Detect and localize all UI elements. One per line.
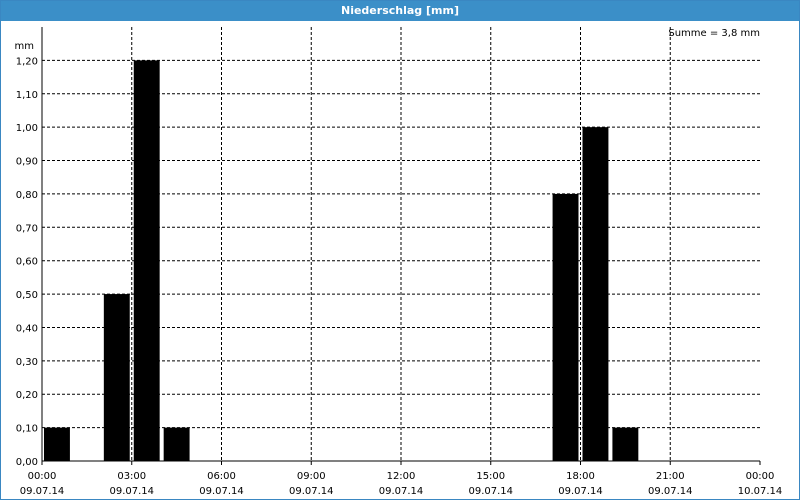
precipitation-bar [582, 127, 609, 462]
x-tick-time-label: 15:00 [476, 471, 505, 482]
x-tick-date-label: 09.07.14 [379, 486, 424, 497]
precipitation-bar [612, 427, 639, 461]
y-tick-label: 1,20 [16, 56, 38, 67]
y-tick-label: 0,00 [16, 457, 38, 468]
x-tick-time-label: 09:00 [297, 471, 326, 482]
y-axis-unit-label: mm [15, 41, 34, 52]
y-tick-label: 1,10 [16, 90, 38, 101]
y-tick-label: 0,60 [16, 257, 38, 268]
x-tick-date-label: 09.07.14 [20, 486, 65, 497]
y-tick-label: 1,00 [16, 123, 38, 134]
y-tick-label: 0,30 [16, 357, 38, 368]
x-tick-date-label: 09.07.14 [648, 486, 693, 497]
y-tick-label: 0,90 [16, 157, 38, 168]
x-tick-time-label: 03:00 [117, 471, 146, 482]
x-tick-time-label: 18:00 [566, 471, 595, 482]
x-tick-date-label: 09.07.14 [558, 486, 603, 497]
x-tick-time-label: 06:00 [207, 471, 236, 482]
x-tick-time-label: 21:00 [656, 471, 685, 482]
y-tick-label: 0,50 [16, 290, 38, 301]
x-tick-date-label: 10.07.14 [738, 486, 783, 497]
x-tick-date-label: 09.07.14 [109, 486, 154, 497]
x-tick-date-label: 09.07.14 [289, 486, 334, 497]
y-tick-label: 0,80 [16, 190, 38, 201]
y-tick-label: 0,20 [16, 390, 38, 401]
precipitation-bar [103, 294, 130, 461]
x-tick-date-label: 09.07.14 [199, 486, 244, 497]
x-tick-time-label: 00:00 [746, 471, 775, 482]
precipitation-bar [163, 427, 190, 461]
x-tick-date-label: 09.07.14 [468, 486, 513, 497]
y-tick-label: 0,10 [16, 424, 38, 435]
y-tick-label: 0,40 [16, 323, 38, 334]
precipitation-chart: 0,00 0,10 0,20 0,30 0,40 0,50 0,60 0,70 0,80 0,90… [15, 27, 783, 497]
x-tick-time-label: 00:00 [28, 471, 57, 482]
precipitation-bar [552, 193, 579, 461]
sum-annotation: Summe = 3,8 mm [668, 28, 760, 39]
precipitation-bar [44, 427, 70, 461]
precipitation-bar [133, 60, 160, 462]
x-tick-time-label: 12:00 [387, 471, 416, 482]
y-tick-label: 0,70 [16, 223, 38, 234]
